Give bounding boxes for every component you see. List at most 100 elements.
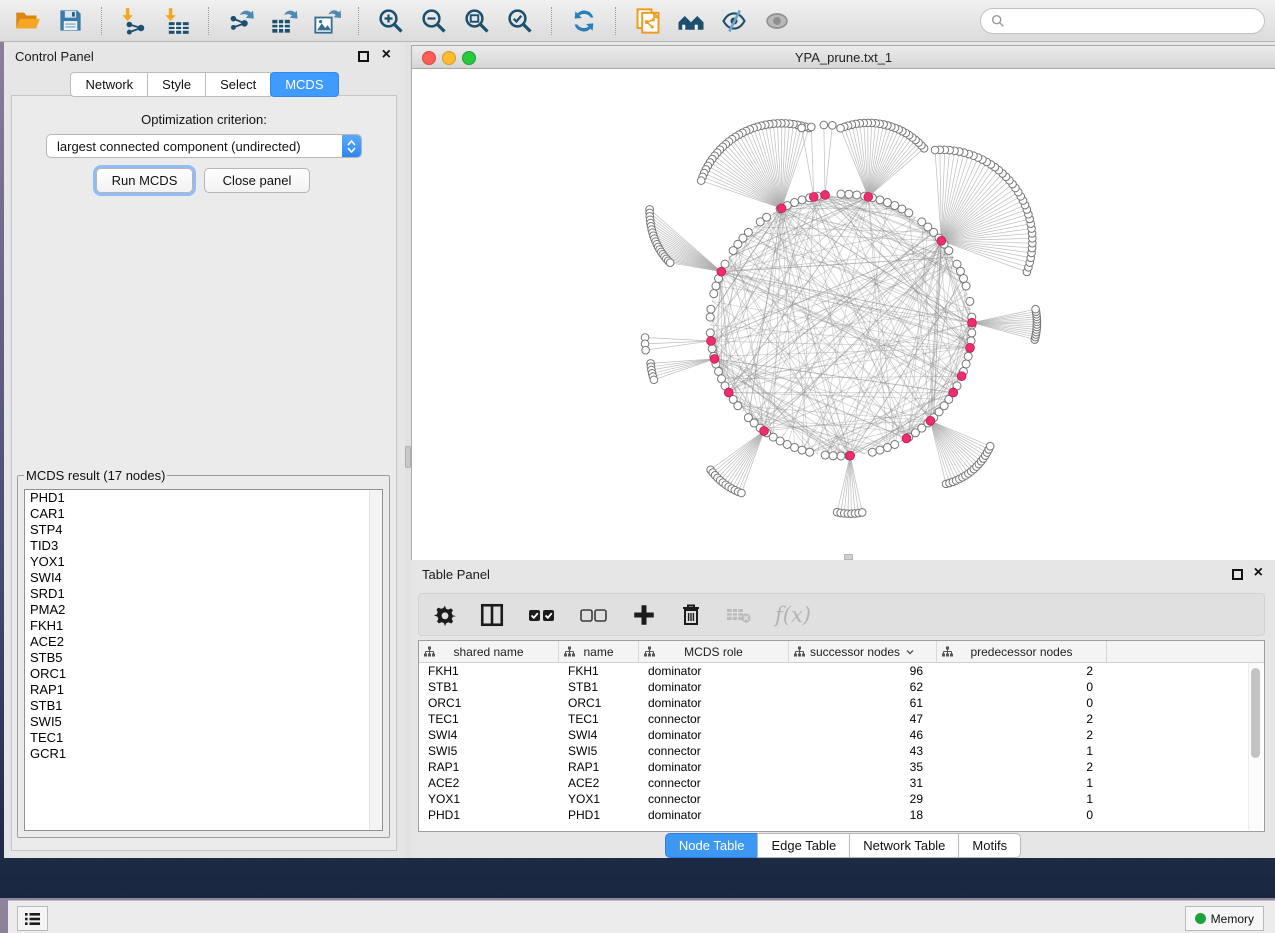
table-row[interactable]: FKH1FKH1dominator962 xyxy=(419,663,1264,679)
task-history-button[interactable] xyxy=(17,906,48,931)
network-hub-node[interactable] xyxy=(926,416,935,425)
table-row[interactable]: STB1STB1dominator620 xyxy=(419,679,1264,695)
float-panel-icon[interactable] xyxy=(358,51,369,62)
mcds-result-item[interactable]: RAP1 xyxy=(25,682,382,698)
mcds-result-item[interactable]: TEC1 xyxy=(25,730,382,746)
toolbar-separator xyxy=(358,7,360,35)
export-table-icon[interactable] xyxy=(267,4,301,38)
zoom-selected-icon[interactable] xyxy=(503,4,537,38)
mcds-result-list[interactable]: PHD1CAR1STP4TID3YOX1SWI4SRD1PMA2FKH1ACE2… xyxy=(24,489,383,831)
delete-column-icon[interactable] xyxy=(679,600,703,630)
first-neighbors-icon[interactable] xyxy=(674,4,708,38)
mcds-result-item[interactable]: PMA2 xyxy=(25,602,382,618)
mcds-result-item[interactable]: YOX1 xyxy=(25,554,382,570)
column-header-successor-nodes[interactable]: successor nodes xyxy=(789,641,937,662)
column-header-name[interactable]: name xyxy=(559,641,639,662)
close-panel-icon[interactable]: × xyxy=(1254,564,1263,582)
mcds-result-item[interactable]: PHD1 xyxy=(25,490,382,506)
tab-node-table[interactable]: Node Table xyxy=(665,833,759,858)
table-row[interactable]: PHD1PHD1dominator180 xyxy=(419,807,1264,823)
table-row[interactable]: TEC1TEC1connector472 xyxy=(419,711,1264,727)
tab-network-table[interactable]: Network Table xyxy=(849,833,959,858)
close-panel-icon[interactable]: × xyxy=(382,46,391,64)
export-image-icon[interactable] xyxy=(310,4,344,38)
zoom-fit-icon[interactable] xyxy=(460,4,494,38)
mcds-result-item[interactable]: SRD1 xyxy=(25,586,382,602)
network-hub-node[interactable] xyxy=(846,451,855,460)
refresh-view-icon[interactable] xyxy=(567,4,601,38)
mcds-result-item[interactable]: STP4 xyxy=(25,522,382,538)
show-columns-icon[interactable] xyxy=(479,600,505,630)
table-row[interactable]: RAP1RAP1dominator352 xyxy=(419,759,1264,775)
network-hub-node[interactable] xyxy=(724,388,733,397)
show-all-icon[interactable] xyxy=(760,4,794,38)
table-scrollbar-thumb[interactable] xyxy=(1251,668,1260,758)
add-column-icon[interactable] xyxy=(631,600,657,630)
mcds-result-item[interactable]: STB5 xyxy=(25,650,382,666)
network-hub-node[interactable] xyxy=(707,337,716,346)
zoom-in-icon[interactable] xyxy=(374,4,408,38)
optimization-criterion-select[interactable]: largest connected component (undirected) xyxy=(46,134,362,158)
network-hub-node[interactable] xyxy=(710,355,719,364)
table-options-icon[interactable] xyxy=(433,600,457,630)
column-header-shared-name[interactable]: shared name xyxy=(419,641,559,662)
network-hub-node[interactable] xyxy=(902,434,911,443)
close-panel-button[interactable]: Close panel xyxy=(204,168,310,193)
table-row[interactable]: SWI4SWI4dominator462 xyxy=(419,727,1264,743)
mcds-result-item[interactable]: ACE2 xyxy=(25,634,382,650)
mcds-result-item[interactable]: ORC1 xyxy=(25,666,382,682)
search-input[interactable] xyxy=(1011,12,1254,29)
network-hub-node[interactable] xyxy=(957,372,966,381)
network-hub-node[interactable] xyxy=(821,191,830,200)
memory-button[interactable]: Memory xyxy=(1185,906,1264,931)
zoom-out-icon[interactable] xyxy=(417,4,451,38)
mcds-result-item[interactable]: SWI5 xyxy=(25,714,382,730)
save-session-icon[interactable] xyxy=(53,4,87,38)
table-row[interactable]: YOX1YOX1connector291 xyxy=(419,791,1264,807)
network-hub-node[interactable] xyxy=(760,427,769,436)
network-nodes[interactable] xyxy=(641,119,1041,517)
tab-mcds[interactable]: MCDS xyxy=(270,72,338,97)
network-hub-node[interactable] xyxy=(809,192,818,201)
network-hub-node[interactable] xyxy=(949,388,958,397)
network-hub-node[interactable] xyxy=(717,267,726,276)
mcds-result-item[interactable]: TID3 xyxy=(25,538,382,554)
column-header-MCDS-role[interactable]: MCDS role xyxy=(639,641,789,662)
tab-style[interactable]: Style xyxy=(147,72,206,97)
import-network-icon[interactable] xyxy=(117,4,151,38)
delete-table-icon[interactable] xyxy=(725,600,753,630)
deselect-all-icon[interactable] xyxy=(579,600,609,630)
mcds-result-item[interactable]: CAR1 xyxy=(25,506,382,522)
network-canvas[interactable] xyxy=(412,69,1275,561)
mcds-result-item[interactable]: GCR1 xyxy=(25,746,382,762)
table-scrollbar[interactable] xyxy=(1248,663,1263,830)
network-hub-node[interactable] xyxy=(864,192,873,201)
mcds-result-item[interactable]: STB1 xyxy=(25,698,382,714)
float-panel-icon[interactable] xyxy=(1232,569,1243,580)
run-mcds-button[interactable]: Run MCDS xyxy=(96,168,193,193)
network-hub-node[interactable] xyxy=(937,236,946,245)
network-hub-node[interactable] xyxy=(968,318,977,327)
clone-network-icon[interactable] xyxy=(631,4,665,38)
tab-network[interactable]: Network xyxy=(70,72,148,97)
table-row[interactable]: ACE2ACE2connector311 xyxy=(419,775,1264,791)
open-session-icon[interactable] xyxy=(10,4,44,38)
hide-selected-icon[interactable] xyxy=(717,4,751,38)
table-row[interactable]: SWI5SWI5connector431 xyxy=(419,743,1264,759)
node-table[interactable]: shared namenameMCDS rolesuccessor nodesp… xyxy=(418,640,1265,832)
export-network-icon[interactable] xyxy=(224,4,258,38)
tab-edge-table[interactable]: Edge Table xyxy=(757,833,850,858)
network-hub-node[interactable] xyxy=(966,343,975,352)
function-builder-icon[interactable]: f(x) xyxy=(775,600,811,630)
import-table-icon[interactable] xyxy=(160,4,194,38)
network-hub-node[interactable] xyxy=(777,204,786,213)
mcds-result-item[interactable]: SWI4 xyxy=(25,570,382,586)
table-row[interactable]: ORC1ORC1dominator610 xyxy=(419,695,1264,711)
table-cell: RAP1 xyxy=(559,759,639,775)
mcds-result-item[interactable]: FKH1 xyxy=(25,618,382,634)
tab-select[interactable]: Select xyxy=(205,72,271,97)
tab-motifs[interactable]: Motifs xyxy=(958,833,1021,858)
mcds-list-scrollbar[interactable] xyxy=(369,490,382,830)
column-header-predecessor-nodes[interactable]: predecessor nodes xyxy=(937,641,1107,662)
select-all-icon[interactable] xyxy=(527,600,557,630)
